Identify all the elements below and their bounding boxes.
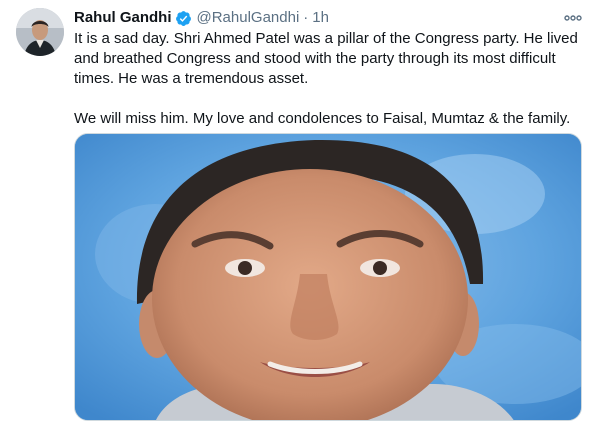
tweet-paragraph: It is a sad day. Shri Ahmed Patel was a … — [74, 30, 578, 87]
avatar-photo — [16, 8, 64, 56]
tweet-header: Rahul Gandhi @RahulGandhi · 1h — [74, 7, 329, 29]
separator-dot: · — [303, 9, 309, 26]
tweet-timestamp[interactable]: 1h — [312, 8, 329, 28]
author-handle[interactable]: @RahulGandhi — [197, 8, 300, 28]
verified-badge-icon — [175, 10, 192, 27]
portrait-photo — [75, 134, 581, 420]
tweet-photo[interactable] — [74, 133, 582, 421]
tweet-text: It is a sad day. Shri Ahmed Patel was a … — [74, 29, 580, 129]
tweet-paragraph: We will miss him. My love and condolence… — [74, 110, 571, 127]
author-avatar[interactable] — [16, 8, 64, 56]
tweet[interactable]: Rahul Gandhi @RahulGandhi · 1h It is a s… — [0, 0, 594, 431]
more-options-icon[interactable] — [560, 8, 586, 28]
author-name[interactable]: Rahul Gandhi — [74, 8, 172, 28]
